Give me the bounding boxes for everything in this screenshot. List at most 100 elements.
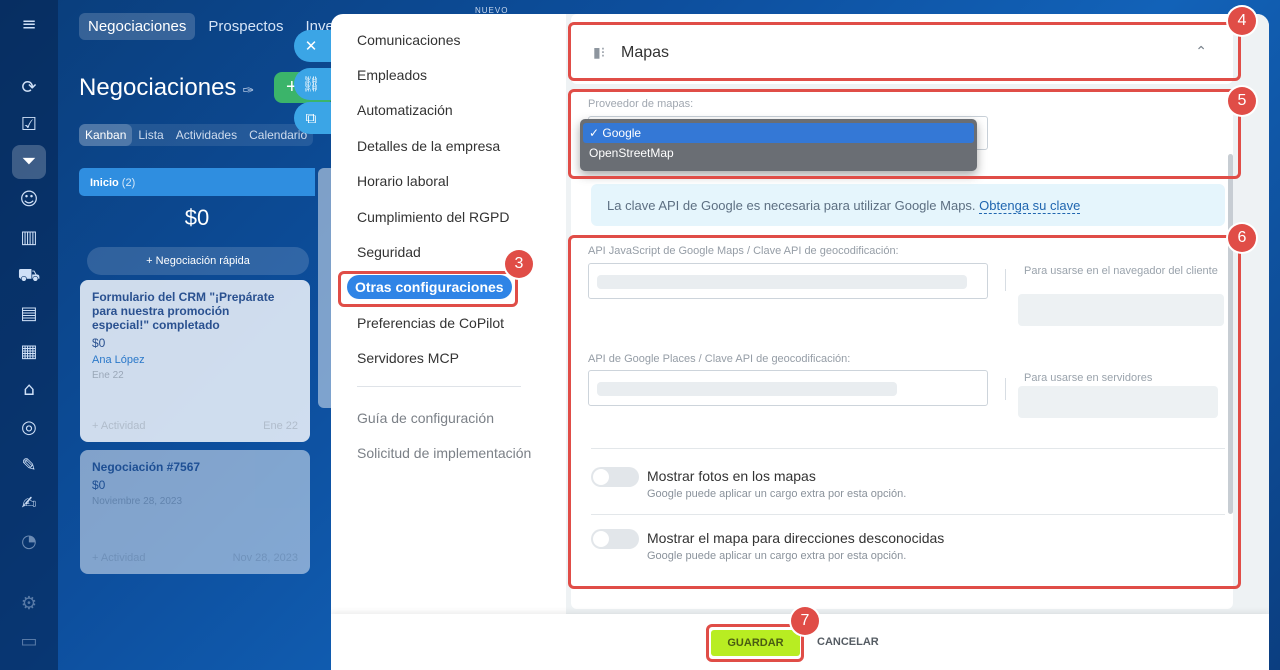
open-new-window-button[interactable]: ⧉ — [294, 102, 334, 134]
tab-prospectos[interactable]: Prospectos — [199, 13, 292, 40]
masked-value — [597, 382, 897, 396]
card-date: Ene 22 — [92, 370, 124, 381]
tab-actividades[interactable]: Actividades — [170, 124, 243, 146]
menu-item-comunicaciones[interactable]: Comunicaciones — [357, 32, 461, 48]
handshake-icon[interactable]: ⟳ — [17, 76, 41, 100]
calendar-icon[interactable]: ▦ — [17, 340, 41, 364]
tab-kanban[interactable]: Kanban — [79, 124, 133, 146]
divider — [591, 514, 1225, 515]
crm-funnel-icon[interactable]: ⏷ — [12, 145, 46, 179]
js-api-key-input[interactable] — [588, 263, 988, 299]
settings-panel: Comunicaciones Empleados Automatización … — [331, 14, 1269, 670]
menu-item-detalles-empresa[interactable]: Detalles de la empresa — [357, 138, 500, 154]
page-title: Negociaciones ✑ — [79, 74, 255, 101]
tab-negociaciones[interactable]: Negociaciones — [79, 13, 196, 40]
toggle-subtitle: Google puede aplicar un cargo extra por … — [647, 488, 907, 500]
analytics-icon[interactable]: ▥ — [17, 226, 41, 250]
hint-extra — [1018, 294, 1224, 326]
kanban-column-header[interactable]: Inicio (2) — [79, 168, 315, 196]
tasks-icon[interactable]: ☑ — [17, 113, 41, 137]
menu-item-guia[interactable]: Guía de configuración — [357, 410, 494, 426]
scrollbar[interactable] — [1228, 154, 1233, 514]
card-person[interactable]: Ana López — [92, 354, 298, 366]
api-info-box: La clave API de Google es necesaria para… — [591, 184, 1225, 226]
more-icon[interactable]: ▭ — [17, 630, 41, 654]
left-rail: ≡ ⟳ ☑ ⏷ ☺ ▥ ⛟ ▤ ▦ ⌂ ◎ ✎ ✍ ◔ ⚙ ▭ — [0, 0, 58, 670]
card-date: Noviembre 28, 2023 — [92, 496, 183, 507]
settings-content: ▮⁝ Mapas ⌃ Proveedor de mapas: La clave … — [566, 14, 1269, 614]
toggle-title: Mostrar el mapa para direcciones descono… — [647, 530, 945, 546]
link-button[interactable]: ⛓ — [294, 68, 334, 100]
places-api-hint: Para usarse en servidores — [1024, 372, 1153, 384]
menu-item-seguridad[interactable]: Seguridad — [357, 244, 421, 260]
view-tabs: Kanban Lista Actividades Calendario — [79, 124, 314, 146]
js-api-hint: Para usarse en el navegador del cliente — [1024, 265, 1218, 277]
store-icon[interactable]: ⌂ — [17, 378, 41, 402]
hint-divider — [1005, 378, 1006, 400]
maps-section-header[interactable]: ▮⁝ Mapas ⌃ — [571, 14, 1233, 84]
show-photos-toggle[interactable] — [591, 467, 639, 487]
card-title: Formulario del CRM "¡Prepárate para nues… — [92, 290, 275, 332]
quick-deal-button[interactable]: + Negociación rápida — [87, 247, 309, 275]
chevron-up-icon[interactable]: ⌃ — [1195, 44, 1207, 60]
card-title: Negociación #7567 — [92, 460, 201, 474]
menu-item-automatizacion[interactable]: Automatización — [357, 102, 453, 118]
option-openstreetmap[interactable]: OpenStreetMap — [583, 143, 974, 163]
annotation-badge: 5 — [1228, 87, 1256, 115]
card-footer: + Actividad Ene 22 — [92, 420, 298, 432]
provider-label: Proveedor de mapas: — [588, 98, 694, 110]
card-footer: + Actividad Nov 28, 2023 — [92, 552, 298, 564]
settings-icon[interactable]: ⚙ — [17, 592, 41, 616]
deal-card[interactable]: Negociación #7567 $0 Noviembre 28, 2023 … — [80, 450, 310, 574]
card-amount: $0 — [92, 478, 106, 492]
toggle-title: Mostrar fotos en los mapas — [647, 468, 816, 484]
cart-icon[interactable]: ⛟ — [17, 264, 41, 288]
card-amount: $0 — [92, 336, 106, 350]
menu-divider — [357, 386, 521, 387]
annotation-badge: 7 — [791, 607, 819, 635]
maps-section-icon: ▮⁝ — [593, 45, 606, 61]
masked-value — [597, 275, 967, 289]
annotation-badge: 3 — [505, 250, 533, 278]
places-api-key-input[interactable] — [588, 370, 988, 406]
speed-icon[interactable]: ◔ — [17, 530, 41, 554]
menu-icon[interactable]: ≡ — [17, 13, 41, 37]
deal-card[interactable]: Formulario del CRM "¡Prepárate para nues… — [80, 280, 310, 442]
save-button[interactable]: GUARDAR — [711, 630, 800, 656]
column-amount: $0 — [184, 205, 210, 230]
cancel-button[interactable]: CANCELAR — [817, 636, 879, 648]
js-api-label: API JavaScript de Google Maps / Clave AP… — [588, 245, 899, 257]
close-panel-button[interactable]: ✕ — [294, 30, 334, 62]
inbox-icon[interactable]: ▤ — [17, 302, 41, 326]
annotation-badge: 6 — [1228, 224, 1256, 252]
add-activity[interactable]: + Actividad — [92, 420, 146, 432]
section-title: Mapas — [621, 44, 670, 61]
pen-icon[interactable]: ✎ — [17, 454, 41, 478]
hint-divider — [1005, 269, 1006, 291]
robot-icon[interactable]: ☺ — [17, 188, 41, 212]
pin-icon[interactable]: ✑ — [242, 82, 254, 98]
tab-lista[interactable]: Lista — [132, 124, 169, 146]
add-activity[interactable]: + Actividad — [92, 552, 146, 564]
divider — [591, 448, 1225, 449]
hint-extra — [1018, 386, 1218, 418]
card-foot-date: Ene 22 — [263, 420, 298, 432]
places-api-label: API de Google Places / Clave API de geoc… — [588, 353, 851, 365]
menu-item-rgpd[interactable]: Cumplimiento del RGPD — [357, 209, 510, 225]
menu-item-otras-configuraciones[interactable]: Otras configuraciones — [347, 275, 512, 299]
menu-item-mcp[interactable]: Servidores MCP — [357, 350, 459, 366]
sign-icon[interactable]: ✍ — [17, 492, 41, 516]
menu-item-copilot[interactable]: Preferencias de CoPilot — [357, 315, 504, 331]
card-foot-date: Nov 28, 2023 — [232, 552, 298, 564]
menu-item-horario-laboral[interactable]: Horario laboral — [357, 173, 449, 189]
target-icon[interactable]: ◎ — [17, 416, 41, 440]
annotation-badge: 4 — [1228, 7, 1256, 35]
menu-item-solicitud[interactable]: Solicitud de implementación — [357, 445, 531, 461]
get-key-link[interactable]: Obtenga su clave — [979, 198, 1081, 214]
option-google[interactable]: ✓ Google — [583, 123, 974, 143]
unknown-address-map-toggle[interactable] — [591, 529, 639, 549]
toggle-subtitle: Google puede aplicar un cargo extra por … — [647, 550, 907, 562]
menu-item-empleados[interactable]: Empleados — [357, 67, 427, 83]
info-text: La clave API de Google es necesaria para… — [607, 198, 976, 213]
settings-menu: Comunicaciones Empleados Automatización … — [331, 14, 566, 614]
